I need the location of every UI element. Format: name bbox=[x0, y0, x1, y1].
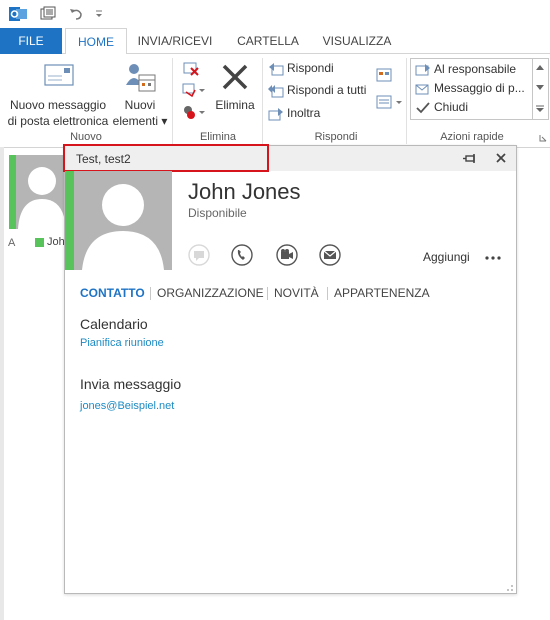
group-label-new: Nuovo bbox=[70, 131, 102, 143]
person-silhouette-icon bbox=[18, 167, 64, 229]
email-address-link[interactable]: jones@Beispiel.net bbox=[80, 400, 174, 412]
forward-button[interactable]: Inoltra bbox=[268, 103, 320, 123]
more-options-icon[interactable] bbox=[485, 256, 501, 260]
quick-access-toolbar bbox=[0, 0, 550, 28]
presence-bar bbox=[9, 155, 16, 229]
delete-button[interactable]: Elimina bbox=[212, 58, 258, 128]
more-respond-icon[interactable] bbox=[376, 94, 404, 110]
contact-name: John Jones bbox=[188, 179, 301, 204]
quick-step-manager-label: Al responsabile bbox=[434, 62, 517, 76]
send-receive-all-icon[interactable] bbox=[40, 6, 56, 22]
phone-icon[interactable] bbox=[231, 244, 253, 266]
scroll-down-icon[interactable] bbox=[536, 85, 544, 91]
tab-home[interactable]: HOME bbox=[65, 28, 127, 55]
customize-toolbar-chevron-icon[interactable] bbox=[94, 9, 104, 19]
group-separator bbox=[262, 58, 263, 144]
ignore-icon[interactable] bbox=[182, 59, 200, 77]
tab-separator bbox=[327, 287, 328, 300]
tab-folder[interactable]: CARTELLA bbox=[232, 28, 304, 54]
presence-indicator bbox=[35, 238, 44, 247]
contact-card-tabs: CONTATTO ORGANIZZAZIONE NOVITÀ APPARTENE… bbox=[80, 286, 510, 302]
tab-membership[interactable]: APPARTENENZA bbox=[334, 286, 430, 300]
contact-name-fragment: Joh bbox=[47, 236, 65, 248]
dialog-launcher-icon[interactable] bbox=[539, 134, 547, 142]
reply-button[interactable]: Rispondi bbox=[268, 58, 334, 78]
tab-organization[interactable]: ORGANIZZAZIONE bbox=[157, 286, 264, 300]
undo-icon[interactable] bbox=[68, 6, 84, 22]
tab-contact[interactable]: CONTATTO bbox=[80, 286, 145, 300]
group-label-delete: Elimina bbox=[199, 131, 237, 143]
avatar[interactable] bbox=[16, 155, 64, 229]
reply-all-button[interactable]: Rispondi a tutti bbox=[268, 80, 366, 100]
group-separator bbox=[406, 58, 407, 144]
group-separator bbox=[172, 58, 173, 144]
quick-step-team-email[interactable]: Messaggio di p... bbox=[415, 79, 525, 98]
tab-news[interactable]: NOVITÀ bbox=[274, 286, 319, 300]
close-icon[interactable] bbox=[495, 152, 507, 164]
checkmark-icon bbox=[416, 102, 430, 114]
tab-file[interactable]: FILE bbox=[0, 28, 62, 54]
resize-grip-icon[interactable] bbox=[505, 583, 513, 591]
ribbon-tab-strip: FILE HOME INVIA/RICEVI CARTELLA VISUALIZ… bbox=[0, 28, 550, 55]
gallery-expand-icon[interactable] bbox=[536, 105, 544, 113]
reply-icon bbox=[269, 62, 284, 76]
new-email-button[interactable]: Nuovo messaggio di posta elettronica bbox=[4, 58, 112, 128]
pin-icon[interactable] bbox=[463, 153, 477, 165]
quick-steps-scrollbar[interactable] bbox=[532, 59, 548, 119]
meeting-reply-icon[interactable] bbox=[376, 67, 394, 83]
schedule-meeting-link[interactable]: Pianifica riunione bbox=[80, 337, 164, 349]
tab-separator bbox=[150, 287, 151, 300]
to-manager-icon bbox=[415, 63, 430, 76]
new-email-label-2: di posta elettronica bbox=[7, 114, 109, 128]
quick-step-team-email-label: Messaggio di p... bbox=[434, 81, 525, 95]
quick-steps-gallery: Al responsabile Messaggio di p... Chiudi bbox=[410, 58, 549, 120]
contact-photo bbox=[74, 171, 172, 270]
scroll-up-icon[interactable] bbox=[536, 64, 544, 70]
new-items-icon bbox=[126, 64, 156, 92]
group-label-quick-steps: Azioni rapide bbox=[440, 131, 504, 143]
clean-up-icon[interactable] bbox=[182, 82, 206, 98]
list-letter: A bbox=[8, 237, 16, 249]
video-call-icon[interactable] bbox=[276, 244, 298, 266]
delete-label: Elimina bbox=[215, 98, 255, 112]
tab-view[interactable]: VISUALIZZA bbox=[318, 28, 396, 54]
quick-step-done[interactable]: Chiudi bbox=[415, 98, 468, 117]
delete-x-icon bbox=[222, 64, 248, 90]
calendar-heading: Calendario bbox=[80, 316, 148, 332]
team-email-icon bbox=[415, 84, 429, 95]
send-message-heading: Invia messaggio bbox=[80, 376, 182, 392]
contact-card: Test, test2 John Jones Disponibile Aggiu… bbox=[63, 144, 517, 594]
email-icon[interactable] bbox=[319, 244, 341, 266]
reply-all-label: Rispondi a tutti bbox=[287, 83, 367, 97]
navigation-pane-edge bbox=[0, 147, 4, 620]
contact-card-title: Test, test2 bbox=[76, 152, 131, 166]
outlook-logo-icon[interactable] bbox=[9, 5, 27, 23]
tab-separator bbox=[267, 287, 268, 300]
new-items-label-2: elementi ▾ bbox=[112, 114, 168, 128]
quick-step-done-label: Chiudi bbox=[434, 100, 469, 114]
im-chat-icon[interactable] bbox=[188, 244, 210, 266]
group-label-respond: Rispondi bbox=[314, 131, 358, 143]
presence-bar bbox=[65, 171, 74, 270]
add-contact-button[interactable]: Aggiungi bbox=[423, 250, 470, 264]
new-items-label-1: Nuovi bbox=[124, 98, 156, 112]
reply-all-icon bbox=[268, 84, 284, 98]
new-email-label-1: Nuovo messaggio bbox=[9, 98, 107, 112]
forward-icon bbox=[268, 107, 283, 121]
new-email-icon bbox=[44, 64, 74, 86]
forward-label: Inoltra bbox=[287, 106, 321, 120]
quick-step-manager[interactable]: Al responsabile bbox=[415, 60, 516, 79]
reply-label: Rispondi bbox=[287, 61, 334, 75]
tab-send-receive[interactable]: INVIA/RICEVI bbox=[135, 28, 215, 54]
presence-status: Disponibile bbox=[188, 206, 247, 220]
junk-icon[interactable] bbox=[182, 104, 206, 120]
ribbon: Nuovo messaggio di posta elettronica Nuo… bbox=[0, 54, 550, 148]
person-silhouette-icon bbox=[82, 184, 164, 270]
new-items-button[interactable]: Nuovi elementi ▾ bbox=[112, 58, 168, 128]
